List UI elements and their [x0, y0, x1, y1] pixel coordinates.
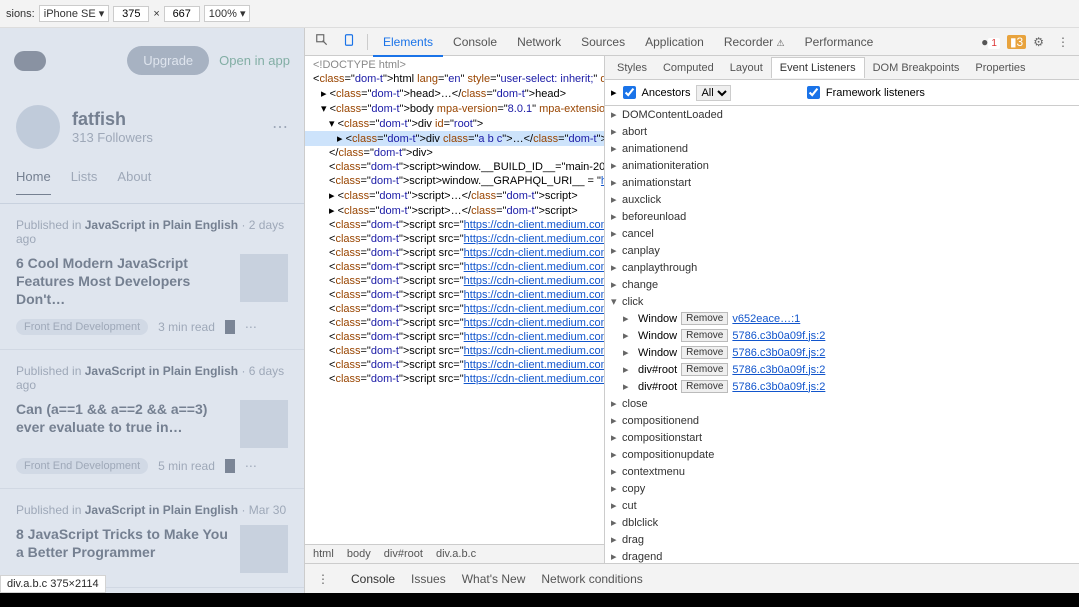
devtools: ElementsConsoleNetworkSourcesApplication…: [304, 28, 1079, 593]
event-compositionstart[interactable]: ▸compositionstart: [605, 429, 1079, 446]
event-change[interactable]: ▸change: [605, 276, 1079, 293]
event-beforeunload[interactable]: ▸beforeunload: [605, 208, 1079, 225]
event-cancel[interactable]: ▸cancel: [605, 225, 1079, 242]
viewport-height-input[interactable]: [164, 6, 200, 22]
remove-listener-button[interactable]: Remove: [681, 312, 728, 325]
side-tab-styles[interactable]: Styles: [609, 58, 655, 78]
event-abort[interactable]: ▸abort: [605, 123, 1079, 140]
dom-tree-panel: <!DOCTYPE html><class="dom-t">html lang=…: [305, 56, 605, 563]
event-dragend[interactable]: ▸dragend: [605, 548, 1079, 563]
event-animationstart[interactable]: ▸animationstart: [605, 174, 1079, 191]
remove-listener-button[interactable]: Remove: [681, 380, 728, 393]
event-click[interactable]: ▾click: [605, 293, 1079, 310]
settings-icon[interactable]: ⚙: [1027, 31, 1050, 53]
scope-select[interactable]: All: [696, 85, 731, 101]
device-toolbar: sions: iPhone SE ▾ × 100% ▾: [0, 0, 1079, 28]
drawer-issues[interactable]: Issues: [411, 572, 446, 586]
event-compositionend[interactable]: ▸compositionend: [605, 412, 1079, 429]
hover-tooltip: div.a.b.c 375×2114: [0, 575, 106, 593]
event-listener-item[interactable]: ▸div#root Remove 5786.c3b0a09f.js:2: [605, 378, 1079, 395]
side-tabs: StylesComputedLayoutEvent ListenersDOM B…: [605, 56, 1079, 80]
event-canplaythrough[interactable]: ▸canplaythrough: [605, 259, 1079, 276]
event-listener-item[interactable]: ▸Window Remove v652eace…:1: [605, 310, 1079, 327]
devtools-tab-performance[interactable]: Performance: [795, 29, 884, 55]
event-close[interactable]: ▸close: [605, 395, 1079, 412]
devtools-tab-sources[interactable]: Sources: [571, 29, 635, 55]
devtools-tabs: ElementsConsoleNetworkSourcesApplication…: [305, 28, 1079, 56]
drawer-network[interactable]: Network conditions: [541, 572, 642, 586]
remove-listener-button[interactable]: Remove: [681, 363, 728, 376]
event-canplay[interactable]: ▸canplay: [605, 242, 1079, 259]
device-viewport: Upgrade Open in app fatfish 313 Follower…: [0, 28, 304, 593]
black-bar: [0, 593, 1079, 607]
drawer-whatsnew[interactable]: What's New: [462, 572, 526, 586]
devtools-tab-application[interactable]: Application: [635, 29, 714, 55]
event-drag[interactable]: ▸drag: [605, 531, 1079, 548]
side-tab-dom-breakpoints[interactable]: DOM Breakpoints: [865, 58, 968, 78]
remove-listener-button[interactable]: Remove: [681, 329, 728, 342]
warnings-badge[interactable]: ▮3: [1007, 35, 1026, 49]
viewport-width-input[interactable]: [113, 6, 149, 22]
event-cut[interactable]: ▸cut: [605, 497, 1079, 514]
event-listener-item[interactable]: ▸Window Remove 5786.c3b0a09f.js:2: [605, 344, 1079, 361]
drawer-console[interactable]: Console: [351, 572, 395, 586]
side-tab-event-listeners[interactable]: Event Listeners: [771, 57, 865, 78]
dom-breadcrumbs[interactable]: html body div#root div.a.b.c: [305, 544, 604, 563]
event-copy[interactable]: ▸copy: [605, 480, 1079, 497]
devtools-tab-elements[interactable]: Elements: [373, 29, 443, 57]
event-animationiteration[interactable]: ▸animationiteration: [605, 157, 1079, 174]
device-select[interactable]: iPhone SE ▾: [39, 5, 110, 22]
listener-source-link[interactable]: 5786.c3b0a09f.js:2: [732, 364, 825, 376]
devtools-tab-recorder[interactable]: Recorder ⚠: [714, 29, 795, 55]
devtools-tab-network[interactable]: Network: [507, 29, 571, 55]
listener-source-link[interactable]: 5786.c3b0a09f.js:2: [732, 381, 825, 393]
listener-source-link[interactable]: v652eace…:1: [732, 313, 800, 325]
more-menu-icon[interactable]: ⋮: [1051, 31, 1075, 53]
listener-source-link[interactable]: 5786.c3b0a09f.js:2: [732, 330, 825, 342]
chevron-down-icon[interactable]: ▸: [611, 86, 617, 99]
side-tab-computed[interactable]: Computed: [655, 58, 722, 78]
selected-dom-node[interactable]: ▸ <class="dom-t">div class="a b c">…</cl…: [305, 131, 604, 146]
event-contextmenu[interactable]: ▸contextmenu: [605, 463, 1079, 480]
side-tab-layout[interactable]: Layout: [722, 58, 771, 78]
event-listener-item[interactable]: ▸div#root Remove 5786.c3b0a09f.js:2: [605, 361, 1079, 378]
drawer-menu-icon[interactable]: ⋮: [311, 568, 335, 590]
event-listeners-list[interactable]: ▸DOMContentLoaded▸abort▸animationend▸ani…: [605, 106, 1079, 563]
device-mode-icon[interactable]: [336, 29, 362, 54]
event-auxclick[interactable]: ▸auxclick: [605, 191, 1079, 208]
listener-source-link[interactable]: 5786.c3b0a09f.js:2: [732, 347, 825, 359]
event-dblclick[interactable]: ▸dblclick: [605, 514, 1079, 531]
remove-listener-button[interactable]: Remove: [681, 346, 728, 359]
device-label: sions:: [6, 8, 35, 20]
side-tab-properties[interactable]: Properties: [967, 58, 1033, 78]
zoom-select[interactable]: 100% ▾: [204, 5, 251, 22]
event-DOMContentLoaded[interactable]: ▸DOMContentLoaded: [605, 106, 1079, 123]
dom-tree[interactable]: <!DOCTYPE html><class="dom-t">html lang=…: [305, 56, 604, 544]
inspect-icon[interactable]: [309, 29, 335, 54]
devtools-tab-console[interactable]: Console: [443, 29, 507, 55]
framework-checkbox[interactable]: [807, 86, 820, 99]
drawer-tabs: ⋮ Console Issues What's New Network cond…: [305, 563, 1079, 593]
errors-badge[interactable]: ●1: [981, 35, 1000, 49]
event-listeners-filter: ▸ Ancestors All Framework listeners: [605, 80, 1079, 106]
ancestors-checkbox[interactable]: [623, 86, 636, 99]
event-listener-item[interactable]: ▸Window Remove 5786.c3b0a09f.js:2: [605, 327, 1079, 344]
event-animationend[interactable]: ▸animationend: [605, 140, 1079, 157]
event-compositionupdate[interactable]: ▸compositionupdate: [605, 446, 1079, 463]
styles-sidebar: StylesComputedLayoutEvent ListenersDOM B…: [605, 56, 1079, 563]
